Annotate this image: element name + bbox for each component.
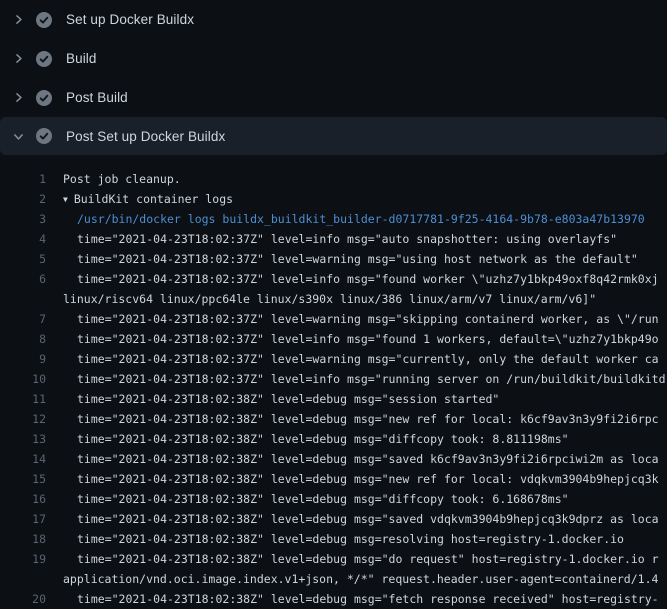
log-line: 16 time="2021-04-23T18:02:38Z" level=deb… <box>0 489 667 509</box>
log-line: 1 Post job cleanup. <box>0 169 667 189</box>
line-number[interactable]: 10 <box>0 369 46 389</box>
log-line: 15 time="2021-04-23T18:02:38Z" level=deb… <box>0 469 667 489</box>
line-number[interactable]: 19 <box>0 549 46 569</box>
step-label: Build <box>66 51 97 66</box>
line-number[interactable]: 13 <box>0 429 46 449</box>
log-line: 3 /usr/bin/docker logs buildx_buildkit_b… <box>0 209 667 229</box>
log-text: time="2021-04-23T18:02:38Z" level=debug … <box>63 429 569 449</box>
line-number[interactable]: 3 <box>0 209 46 229</box>
line-number[interactable]: 20 <box>0 589 46 609</box>
log-text: time="2021-04-23T18:02:37Z" level=warnin… <box>63 309 659 329</box>
check-circle-icon <box>36 128 52 144</box>
chevron-right-icon <box>12 13 25 26</box>
check-circle-icon <box>36 51 52 67</box>
step-row-build[interactable]: Build <box>0 39 667 78</box>
step-label: Set up Docker Buildx <box>66 12 194 27</box>
log-text: linux/riscv64 linux/ppc64le linux/s390x … <box>63 289 596 309</box>
log-line: 11 time="2021-04-23T18:02:38Z" level=deb… <box>0 389 667 409</box>
caret-down-icon: ▼ <box>63 190 68 209</box>
log-text: time="2021-04-23T18:02:37Z" level=warnin… <box>63 349 659 369</box>
log-text: ▼BuildKit container logs <box>63 189 233 209</box>
log-text: time="2021-04-23T18:02:37Z" level=info m… <box>63 229 617 249</box>
log-text: time="2021-04-23T18:02:38Z" level=debug … <box>63 469 659 489</box>
log-line: 18 time="2021-04-23T18:02:38Z" level=deb… <box>0 529 667 549</box>
check-circle-icon <box>36 90 52 106</box>
log-line: 6 time="2021-04-23T18:02:37Z" level=info… <box>0 269 667 289</box>
chevron-down-icon <box>12 130 25 143</box>
log-line: 13 time="2021-04-23T18:02:38Z" level=deb… <box>0 429 667 449</box>
step-row-post-set-up-docker-buildx[interactable]: Post Set up Docker Buildx <box>0 117 667 155</box>
line-number[interactable]: 17 <box>0 509 46 529</box>
log-line[interactable]: 2 ▼BuildKit container logs <box>0 189 667 209</box>
log-line: 8 time="2021-04-23T18:02:37Z" level=info… <box>0 329 667 349</box>
log-line: 12 time="2021-04-23T18:02:38Z" level=deb… <box>0 409 667 429</box>
log-text: time="2021-04-23T18:02:38Z" level=debug … <box>63 389 499 409</box>
log-line: application/vnd.oci.image.index.v1+json,… <box>0 569 667 589</box>
log-text: time="2021-04-23T18:02:37Z" level=warnin… <box>63 249 638 269</box>
line-number[interactable]: 11 <box>0 389 46 409</box>
line-number[interactable]: 5 <box>0 249 46 269</box>
log-line: 14 time="2021-04-23T18:02:38Z" level=deb… <box>0 449 667 469</box>
log-text: application/vnd.oci.image.index.v1+json,… <box>63 569 658 589</box>
log-text: Post job cleanup. <box>63 169 181 189</box>
line-number[interactable]: 14 <box>0 449 46 469</box>
step-row-post-build[interactable]: Post Build <box>0 78 667 117</box>
line-number[interactable]: 8 <box>0 329 46 349</box>
log-line: 10 time="2021-04-23T18:02:37Z" level=inf… <box>0 369 667 389</box>
log-content: 1 Post job cleanup. 2 ▼BuildKit containe… <box>0 155 667 609</box>
log-line: linux/riscv64 linux/ppc64le linux/s390x … <box>0 289 667 309</box>
line-number[interactable]: 7 <box>0 309 46 329</box>
log-text: time="2021-04-23T18:02:37Z" level=info m… <box>63 369 666 389</box>
line-number[interactable]: 12 <box>0 409 46 429</box>
log-text: time="2021-04-23T18:02:38Z" level=debug … <box>63 409 659 429</box>
line-number[interactable]: 4 <box>0 229 46 249</box>
chevron-right-icon <box>12 52 25 65</box>
line-number[interactable]: 16 <box>0 489 46 509</box>
line-number[interactable] <box>0 569 46 589</box>
step-row-set-up-docker-buildx[interactable]: Set up Docker Buildx <box>0 0 667 39</box>
log-text: time="2021-04-23T18:02:37Z" level=info m… <box>63 269 659 289</box>
log-line: 7 time="2021-04-23T18:02:37Z" level=warn… <box>0 309 667 329</box>
log-text: time="2021-04-23T18:02:38Z" level=debug … <box>63 589 659 609</box>
log-line: 17 time="2021-04-23T18:02:38Z" level=deb… <box>0 509 667 529</box>
log-text: time="2021-04-23T18:02:37Z" level=info m… <box>63 329 659 349</box>
log-text: time="2021-04-23T18:02:38Z" level=debug … <box>63 529 624 549</box>
log-line: 5 time="2021-04-23T18:02:37Z" level=warn… <box>0 249 667 269</box>
line-number[interactable]: 2 <box>0 189 46 209</box>
log-text: time="2021-04-23T18:02:38Z" level=debug … <box>63 449 659 469</box>
line-number[interactable]: 18 <box>0 529 46 549</box>
log-text: /usr/bin/docker logs buildx_buildkit_bui… <box>63 209 645 229</box>
line-number[interactable]: 9 <box>0 349 46 369</box>
log-line: 9 time="2021-04-23T18:02:37Z" level=warn… <box>0 349 667 369</box>
step-label: Post Set up Docker Buildx <box>66 129 225 144</box>
chevron-right-icon <box>12 91 25 104</box>
line-number[interactable] <box>0 289 46 309</box>
log-text: time="2021-04-23T18:02:38Z" level=debug … <box>63 509 659 529</box>
log-text: time="2021-04-23T18:02:38Z" level=debug … <box>63 489 569 509</box>
check-circle-icon <box>36 12 52 28</box>
line-number[interactable]: 15 <box>0 469 46 489</box>
line-number[interactable]: 1 <box>0 169 46 189</box>
log-line: 20 time="2021-04-23T18:02:38Z" level=deb… <box>0 589 667 609</box>
log-line: 4 time="2021-04-23T18:02:37Z" level=info… <box>0 229 667 249</box>
log-line: 19 time="2021-04-23T18:02:38Z" level=deb… <box>0 549 667 569</box>
actions-log-viewer: Set up Docker Buildx Build Post Build Po… <box>0 0 667 609</box>
step-label: Post Build <box>66 90 128 105</box>
log-text: time="2021-04-23T18:02:38Z" level=debug … <box>63 549 659 569</box>
line-number[interactable]: 6 <box>0 269 46 289</box>
step-list: Set up Docker Buildx Build Post Build Po… <box>0 0 667 155</box>
